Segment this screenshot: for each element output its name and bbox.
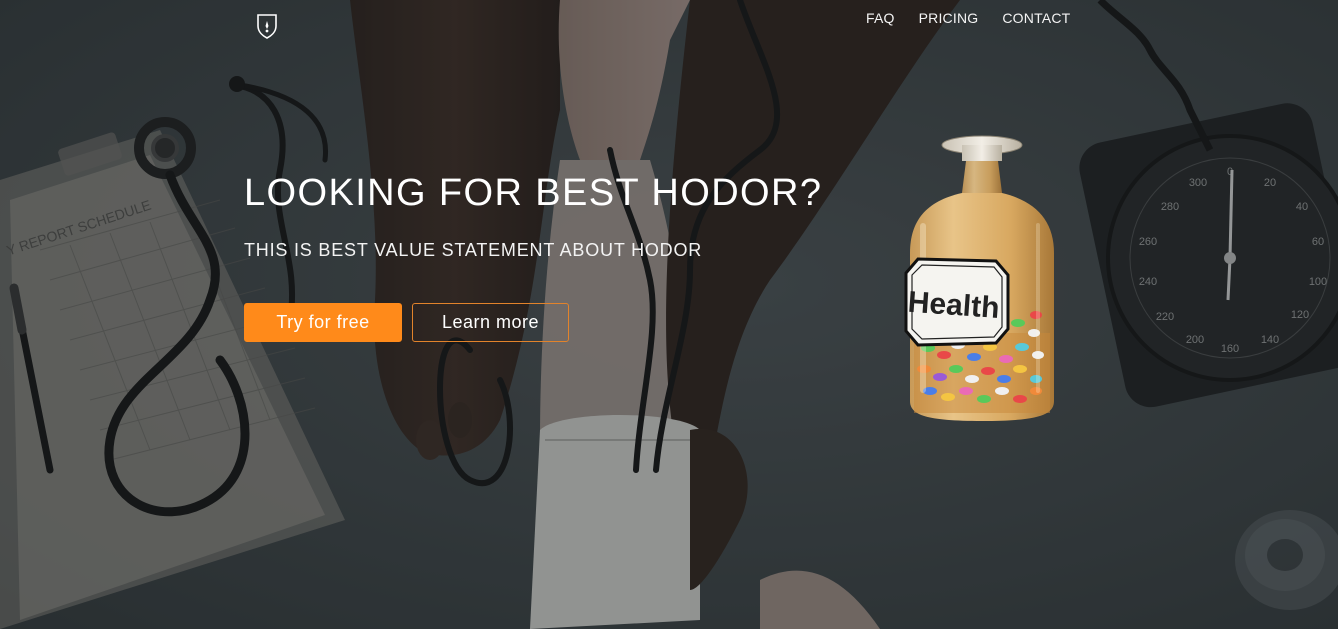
top-navigation: FAQ PRICING CONTACT: [866, 10, 1070, 26]
learn-more-button[interactable]: Learn more: [412, 303, 569, 342]
nav-link-pricing[interactable]: PRICING: [919, 10, 979, 26]
health-bottle-image: Health: [896, 133, 1064, 425]
shield-logo-icon[interactable]: [256, 13, 278, 39]
hero-background-image: Y REPORT SCHEDULE 0 20 40 60 100 120 140…: [0, 0, 1338, 629]
bottle-label: Health: [907, 286, 1001, 325]
try-for-free-button[interactable]: Try for free: [244, 303, 402, 342]
hero-subtitle: THIS IS BEST VALUE STATEMENT ABOUT HODOR: [244, 240, 703, 260]
nav-link-faq[interactable]: FAQ: [866, 10, 895, 26]
nav-link-contact[interactable]: CONTACT: [1002, 10, 1070, 26]
hero-title: LOOKING FOR BEST HODOR?: [244, 172, 823, 214]
